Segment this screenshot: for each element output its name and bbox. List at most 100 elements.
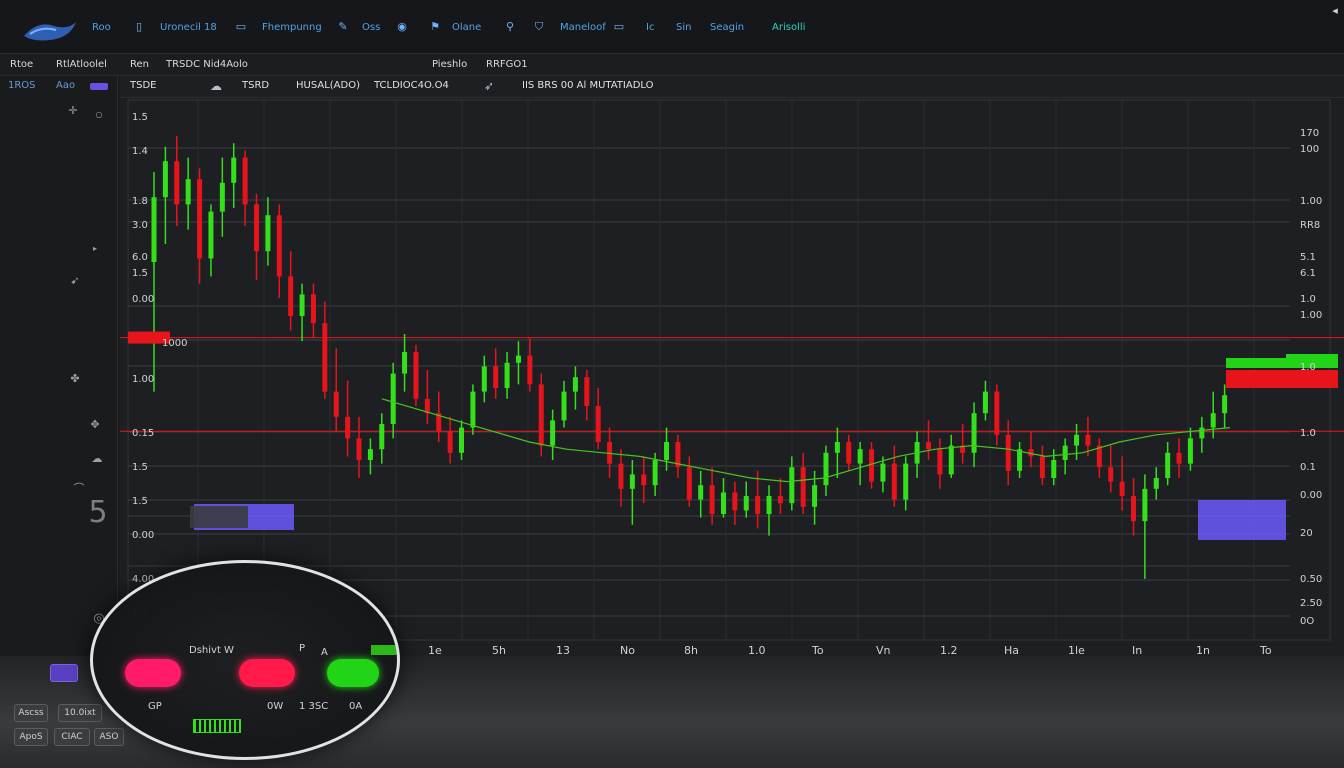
mag-label-2: A (321, 647, 328, 658)
subbar-label-2[interactable]: Ren (130, 59, 149, 70)
window-icon[interactable]: ▭ (612, 20, 626, 34)
candle-body (288, 276, 294, 316)
left-button-4[interactable]: ASO (94, 728, 124, 746)
candle-body (276, 215, 282, 277)
top-item-7[interactable]: Sin (676, 22, 691, 33)
arrow-right-icon[interactable]: ▸ (88, 242, 102, 256)
top-item-9[interactable]: Arisolli (772, 22, 805, 33)
candle-body (777, 496, 783, 504)
cursor-tool-icon[interactable]: ➶ (484, 79, 494, 93)
candle-body (1005, 434, 1011, 471)
candle-body (151, 197, 157, 262)
subbar-label-5[interactable]: RRFGO1 (486, 59, 528, 70)
candle-body (1051, 460, 1057, 478)
left-button-1[interactable]: 10.0ixt (58, 704, 102, 722)
candle-body (709, 485, 715, 514)
top-item-5[interactable]: Maneloof (560, 22, 606, 33)
price-axis-label: 170 (1300, 128, 1319, 139)
candle-body (800, 467, 806, 507)
top-item-3[interactable]: Oss (362, 22, 380, 33)
left-axis-label: 1.5 (132, 268, 148, 279)
top-item-1[interactable]: Uronecil 18 (160, 22, 217, 33)
candle-body (1142, 488, 1148, 522)
candle-body (265, 215, 271, 252)
price-axis-label: 0.00 (1300, 490, 1322, 501)
candle-body (1062, 445, 1068, 460)
circle-icon[interactable]: ◉ (395, 20, 409, 34)
search-icon[interactable]: ⚲ (503, 20, 517, 34)
candle-body (686, 467, 692, 500)
candle-body (356, 438, 362, 460)
candle-body (162, 161, 168, 198)
accent-button[interactable] (50, 664, 78, 682)
price-axis-label: 2.50 (1300, 598, 1322, 609)
top-item-4[interactable]: Olane (452, 22, 481, 33)
price-axis-label: 0O (1300, 616, 1314, 627)
subbar-label-4[interactable]: Pieshlo (432, 59, 467, 70)
candle-body (869, 449, 875, 482)
color-swatch[interactable] (90, 83, 108, 90)
chart-symbol[interactable]: TSDE (130, 80, 156, 91)
subbar-label-1[interactable]: RtlAtloolel (56, 59, 107, 70)
candle-body (1165, 452, 1171, 478)
number-icon[interactable]: 5 (86, 498, 110, 542)
candle-body (664, 442, 670, 460)
candle-body (1017, 449, 1023, 471)
candle-body (231, 157, 237, 183)
shield-icon[interactable]: ⛉ (532, 20, 546, 34)
close-pill-button[interactable] (239, 659, 295, 687)
left-panel-label-2: Aao (56, 80, 76, 91)
left-axis-label: 0.15 (132, 428, 154, 439)
pencil-icon[interactable]: ✎ (336, 20, 350, 34)
candle-body (982, 391, 988, 414)
left-axis-label: 1.00 (132, 374, 154, 385)
magnifier-lens: Dshivt W P A GP 0W 1 3SC 0A (90, 560, 400, 760)
sell-pill-button[interactable] (125, 659, 181, 687)
candle-body (515, 355, 521, 363)
mag-bottom-2: 0A (349, 701, 363, 712)
paint-icon[interactable]: ✤ (68, 372, 82, 386)
candle-body (1153, 478, 1159, 489)
candle-body (174, 161, 180, 205)
candle-body (379, 424, 385, 450)
price-axis-label: 6.1 (1300, 268, 1316, 279)
chart-interval[interactable]: TSRD (242, 80, 269, 91)
circle-small-icon[interactable]: ○ (92, 108, 106, 122)
square-icon[interactable]: ▭ (234, 20, 248, 34)
candle-body (584, 377, 590, 406)
candle-body (1222, 395, 1228, 414)
top-item-8[interactable]: Seagin (710, 22, 744, 33)
doc-icon[interactable]: ▯ (132, 20, 146, 34)
cross-icon[interactable]: ✛ (66, 104, 80, 118)
magnet-icon[interactable]: ⌒ (72, 482, 86, 496)
app-logo (24, 22, 76, 41)
flag-icon[interactable]: ⚑ (428, 20, 442, 34)
subbar-label-3[interactable]: TRSDC Nid4Aolo (166, 59, 248, 70)
candle-body (994, 391, 1000, 435)
candle-body (1119, 481, 1125, 496)
candle-body (447, 431, 453, 453)
candle-body (903, 463, 909, 500)
candle-body (937, 449, 943, 475)
top-item-6[interactable]: Ic (646, 22, 654, 33)
candle-body (550, 420, 556, 446)
plot-frame (127, 99, 1331, 641)
candle-body (527, 355, 533, 385)
chart-type-icon[interactable]: ☁ (210, 79, 222, 93)
cursor-icon[interactable]: ➹ (68, 274, 82, 288)
chart-study[interactable]: IIS BRS 00 Al MUTATIADLO (522, 80, 654, 91)
top-item-2[interactable]: Fhempunng (262, 22, 322, 33)
top-item-0[interactable]: Roo (92, 22, 111, 33)
ruler-icon[interactable]: ✥ (88, 418, 102, 432)
left-button-3[interactable]: CIAC (54, 728, 90, 746)
candle-body (322, 323, 328, 392)
left-button-2[interactable]: ApoS (14, 728, 48, 746)
chart-indicator[interactable]: TCLDIOC4O.O4 (374, 80, 449, 91)
bubble-icon[interactable]: ☁ (90, 452, 104, 466)
subbar-label-0[interactable]: Rtoe (10, 59, 33, 70)
left-button-0[interactable]: Ascss (14, 704, 48, 722)
candle-body (402, 352, 408, 374)
buy-pill-button[interactable] (327, 659, 379, 687)
price-axis-label: 1.00 (1300, 310, 1322, 321)
menu-icon[interactable]: ◂ (1328, 4, 1342, 18)
